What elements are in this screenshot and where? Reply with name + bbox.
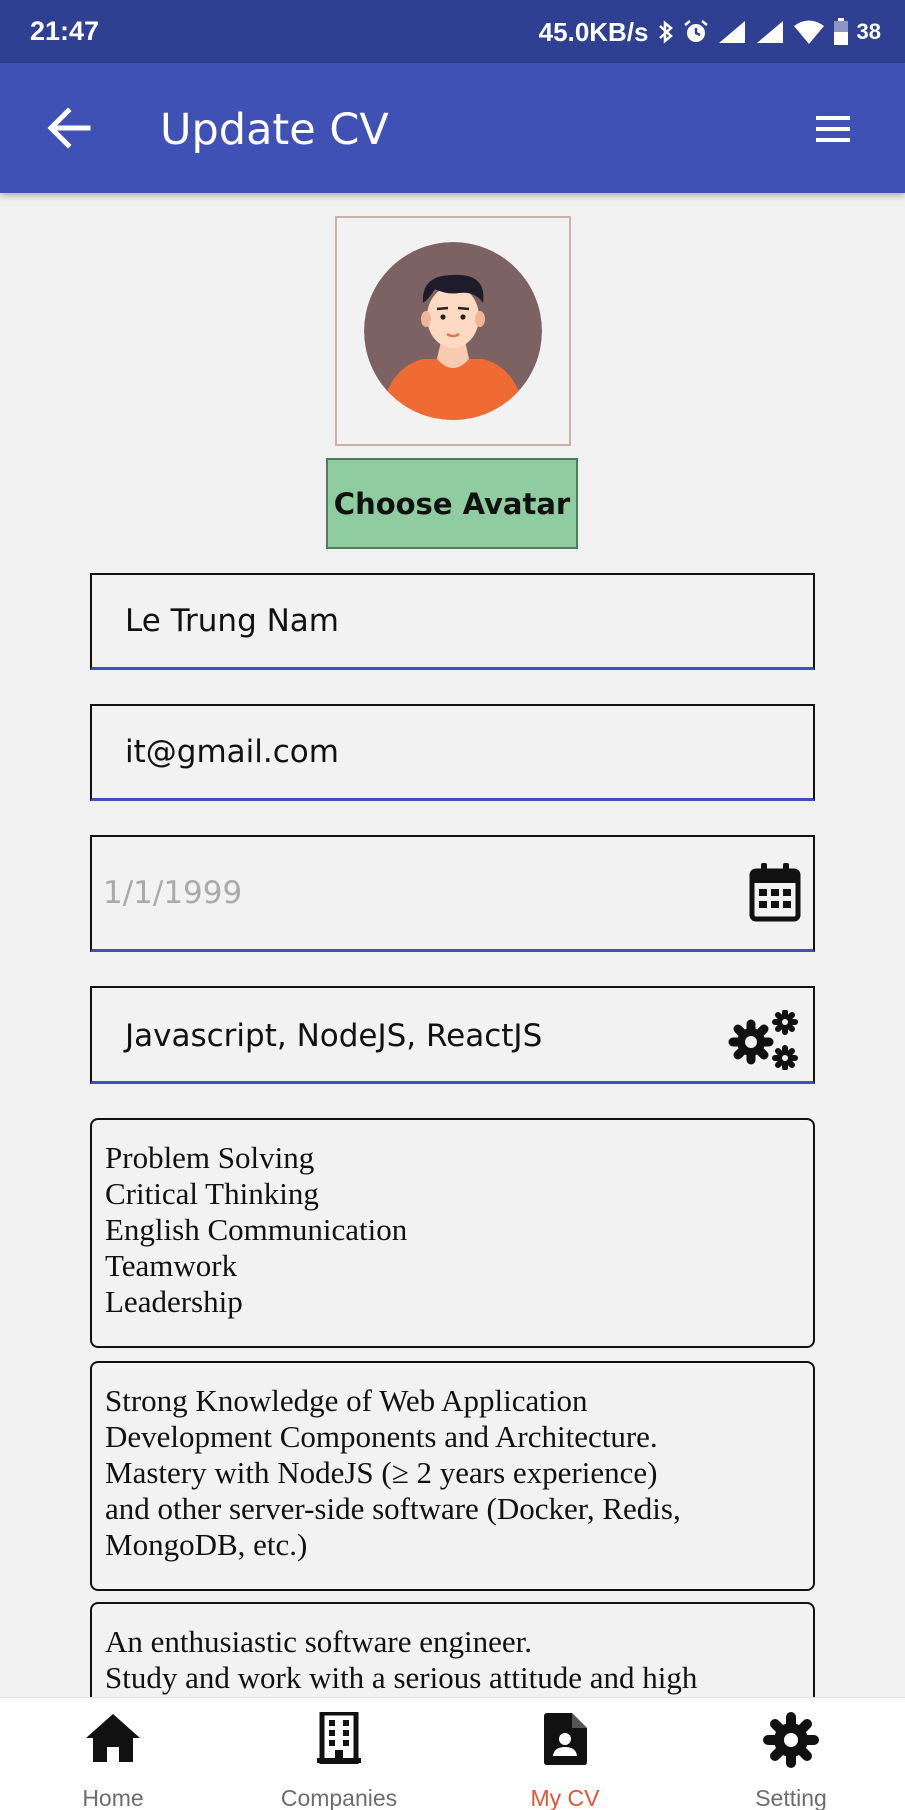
- signal-icon: [756, 21, 783, 43]
- app-bar: Update CV: [0, 63, 905, 193]
- nav-item-home[interactable]: Home: [0, 1698, 226, 1810]
- battery-icon: [833, 18, 848, 45]
- objective-line: An enthusiastic software engineer.: [105, 1624, 532, 1659]
- skills-value: Javascript, NodeJS, ReactJS: [125, 1018, 543, 1054]
- bottom-navigation: Home Companies My CV Setting: [0, 1697, 905, 1810]
- nav-label-setting: Setting: [755, 1785, 827, 1810]
- signal-icon: [718, 21, 745, 43]
- cv-document-icon: [544, 1713, 587, 1765]
- menu-button[interactable]: [808, 108, 858, 150]
- network-speed: 45.0KB/s: [538, 16, 649, 47]
- soft-skill-line: Leadership: [105, 1284, 243, 1319]
- avatar-frame: [335, 216, 571, 446]
- home-icon: [86, 1714, 140, 1762]
- status-bar: 21:47 45.0KB/s 38: [0, 0, 905, 63]
- soft-skill-line: Critical Thinking: [105, 1176, 319, 1211]
- birthday-placeholder: 1/1/1999: [103, 875, 243, 911]
- status-icons: 45.0KB/s 38: [539, 16, 881, 48]
- objective-line: Study and work with a serious attitude a…: [105, 1660, 698, 1695]
- gears-icon[interactable]: [725, 1010, 801, 1070]
- email-field[interactable]: it@gmail.com: [90, 704, 815, 801]
- nav-label-companies: Companies: [280, 1785, 398, 1810]
- nav-item-companies[interactable]: Companies: [226, 1698, 452, 1810]
- battery-level: 38: [856, 19, 881, 44]
- nav-label-my-cv: My CV: [530, 1785, 600, 1810]
- nav-item-setting[interactable]: Setting: [678, 1698, 904, 1810]
- nav-label-home: Home: [82, 1785, 144, 1810]
- skills-field[interactable]: Javascript, NodeJS, ReactJS: [90, 986, 815, 1084]
- email-value: it@gmail.com: [125, 734, 339, 770]
- soft-skill-line: English Communication: [105, 1212, 408, 1247]
- experience-line: Development Components and Architecture.: [105, 1419, 658, 1454]
- calendar-icon[interactable]: [748, 861, 802, 923]
- page-title: Update CV: [160, 105, 389, 155]
- soft-skills-textarea[interactable]: Problem Solving Critical Thinking Englis…: [90, 1118, 815, 1348]
- name-value: Le Trung Nam: [125, 603, 339, 639]
- gear-icon: [763, 1712, 819, 1768]
- avatar-image: [364, 242, 542, 420]
- arrow-left-icon: [47, 107, 91, 149]
- back-button[interactable]: [40, 103, 100, 153]
- experience-line: and other server-side software (Docker, …: [105, 1491, 681, 1526]
- wifi-icon: [793, 20, 824, 44]
- experience-line: Mastery with NodeJS (≥ 2 years experienc…: [105, 1455, 658, 1490]
- bluetooth-icon: [658, 20, 673, 44]
- soft-skill-line: Teamwork: [105, 1248, 238, 1283]
- building-icon: [317, 1712, 361, 1764]
- alarm-icon: [683, 20, 708, 42]
- experience-textarea[interactable]: Strong Knowledge of Web Application Deve…: [90, 1361, 815, 1591]
- nav-item-my-cv[interactable]: My CV: [452, 1698, 678, 1810]
- experience-line: Strong Knowledge of Web Application: [105, 1383, 588, 1418]
- choose-avatar-button[interactable]: Choose Avatar: [326, 458, 578, 549]
- soft-skill-line: Problem Solving: [105, 1140, 315, 1175]
- status-time: 21:47: [30, 16, 100, 46]
- name-field[interactable]: Le Trung Nam: [90, 573, 815, 670]
- hamburger-menu-icon: [816, 116, 850, 142]
- experience-line: MongoDB, etc.): [105, 1527, 308, 1562]
- birthday-field[interactable]: 1/1/1999: [90, 835, 815, 952]
